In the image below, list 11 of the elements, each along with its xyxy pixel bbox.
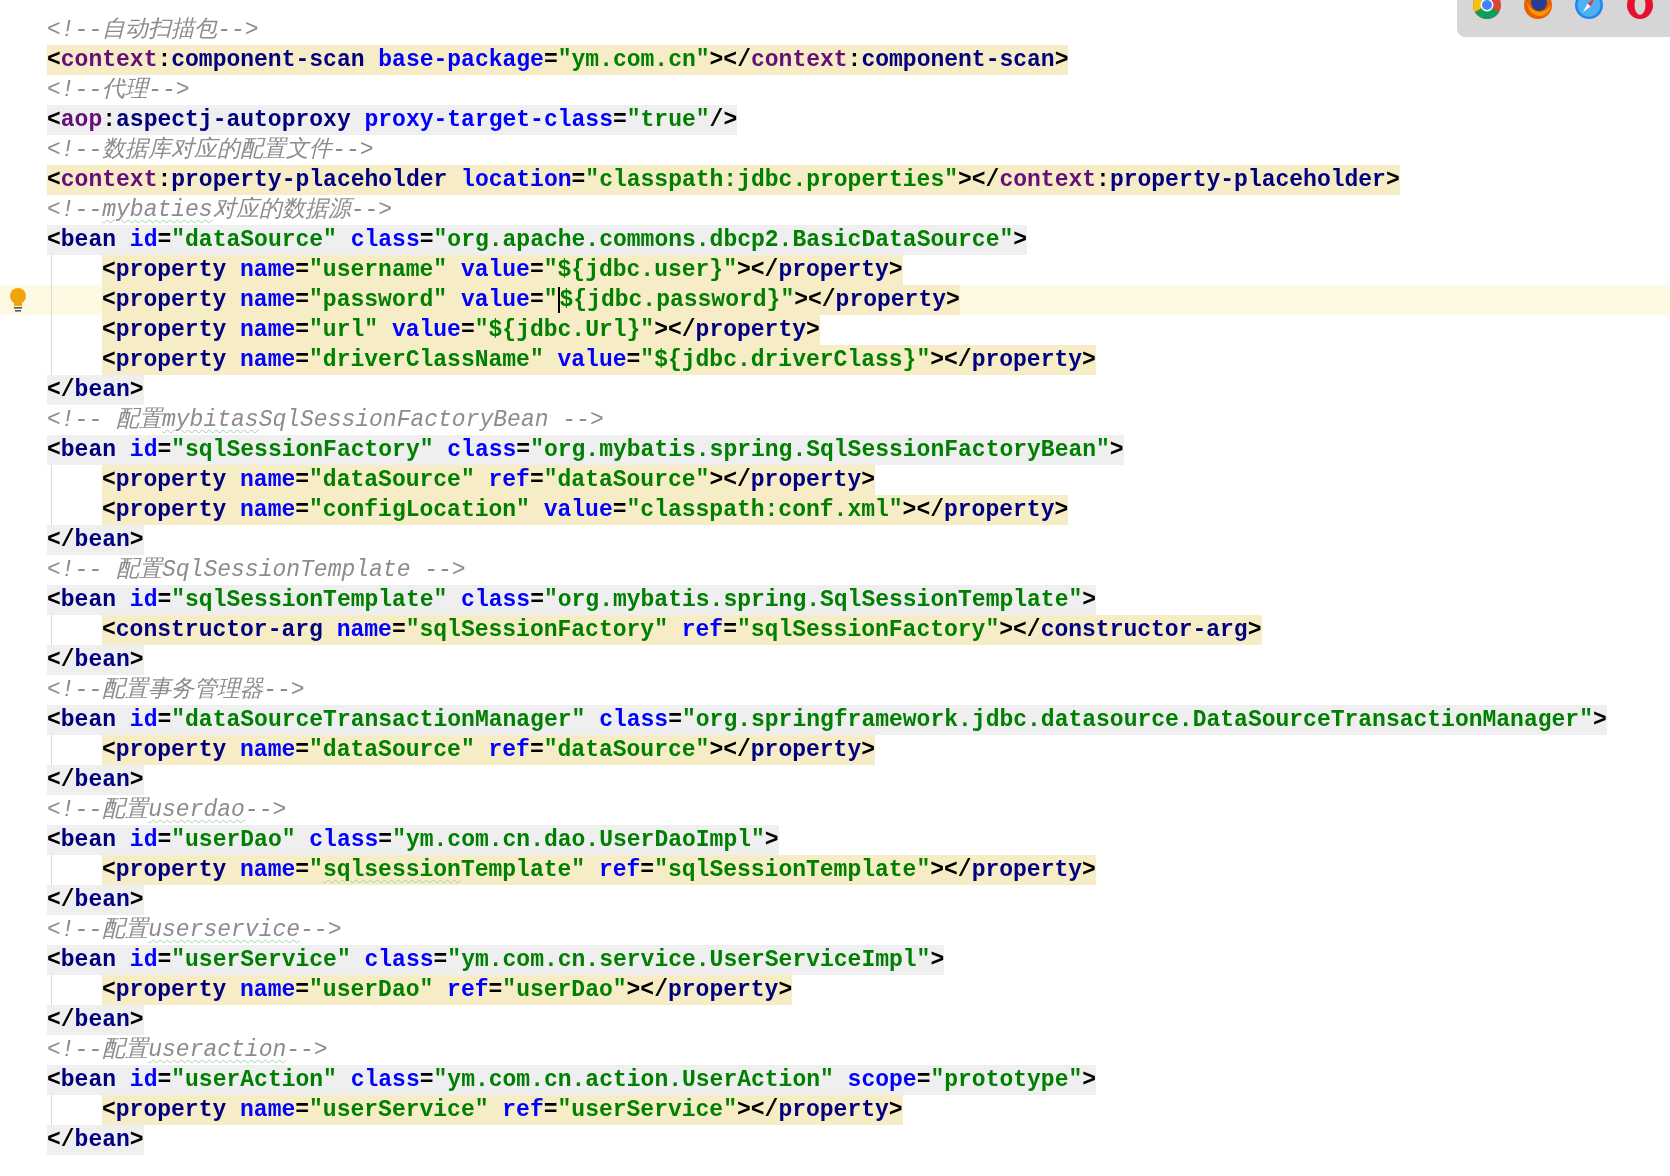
- code-comment: <!--自动扫描包-->: [47, 16, 259, 45]
- code-comment: <!--mybaties对应的数据源-->: [47, 195, 393, 225]
- lightbulb-icon[interactable]: [7, 287, 28, 313]
- code-comment: <!--配置事务管理器-->: [47, 676, 305, 705]
- code-comment: <!--配置userservice-->: [47, 916, 342, 945]
- code-comment: <!-- 配置SqlSessionTemplate -->: [47, 556, 466, 585]
- code-comment: <!--配置useraction-->: [47, 1036, 328, 1065]
- code-comment: <!-- 配置mybitasSqlSessionFactoryBean -->: [47, 406, 604, 435]
- code-comment: <!--代理-->: [47, 76, 190, 105]
- code-comment: <!--数据库对应的配置文件-->: [47, 135, 374, 165]
- code-comment: <!--配置userdao-->: [47, 796, 287, 825]
